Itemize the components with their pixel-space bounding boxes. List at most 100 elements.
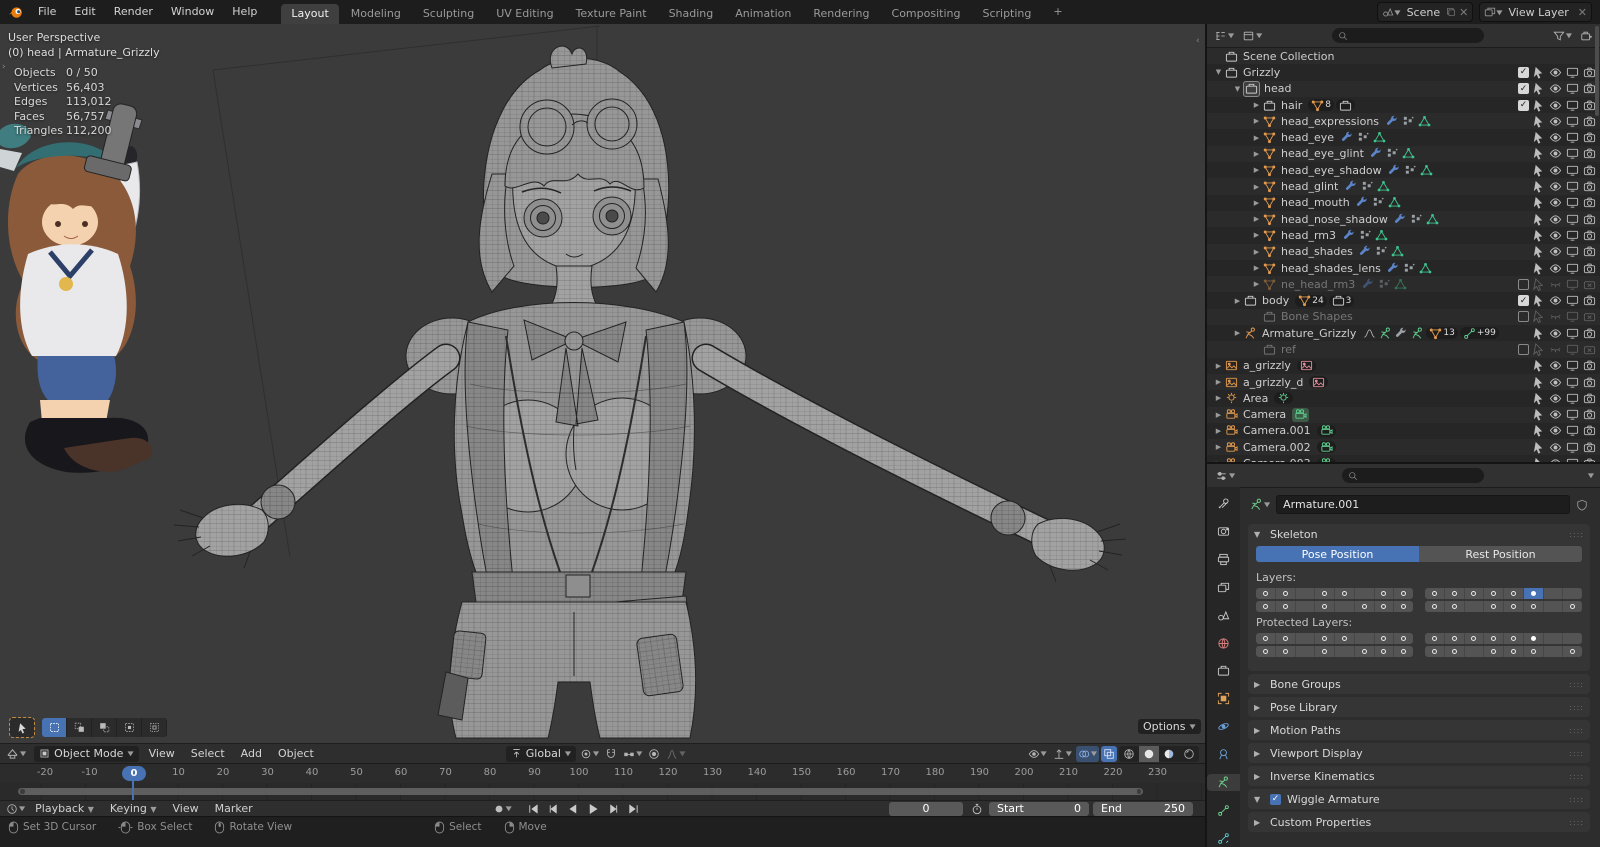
shading-material-button[interactable] xyxy=(1159,746,1179,762)
play-reverse-button[interactable] xyxy=(564,802,582,816)
layer-cell[interactable] xyxy=(1275,588,1296,599)
workspace-tab-uv-editing[interactable]: UV Editing xyxy=(486,4,563,24)
eye-toggle-icon[interactable] xyxy=(1548,213,1563,226)
pointer-toggle-icon[interactable] xyxy=(1531,359,1546,372)
modifier-wrench-icon[interactable] xyxy=(1394,213,1408,226)
pointer-toggle-icon[interactable] xyxy=(1531,441,1546,454)
mesh-data-icon[interactable] xyxy=(1419,262,1433,275)
properties-tab-render[interactable] xyxy=(1207,523,1240,540)
mesh-data-icon[interactable] xyxy=(1376,180,1390,193)
gizmos-button[interactable]: ▼ xyxy=(1051,746,1074,762)
modifier-wrench-icon[interactable] xyxy=(1385,115,1399,128)
eye-toggle-icon[interactable] xyxy=(1548,131,1563,144)
snap-target-button[interactable]: ▼ xyxy=(621,746,644,762)
screen-toggle-icon[interactable] xyxy=(1565,196,1580,209)
photocam-toggle-icon[interactable] xyxy=(1582,245,1597,258)
photocam-toggle-icon[interactable] xyxy=(1582,359,1597,372)
photocam-toggle-icon[interactable] xyxy=(1582,408,1597,421)
mesh-data-icon[interactable] xyxy=(1372,131,1386,144)
pointer-toggle-icon[interactable] xyxy=(1531,327,1546,340)
layer-cell[interactable] xyxy=(1543,601,1564,612)
outliner-row-head[interactable]: ▼ head ✓ xyxy=(1207,80,1600,97)
pose-position-button[interactable]: Pose Position xyxy=(1256,546,1419,562)
new-collection-button[interactable] xyxy=(1578,28,1595,44)
layer-cell[interactable] xyxy=(1335,601,1355,612)
protected-layer-cell[interactable] xyxy=(1543,633,1564,644)
properties-tab-view-layer[interactable] xyxy=(1207,579,1240,596)
disclosure-open-icon[interactable]: ▼ xyxy=(1213,68,1224,76)
timeline-editor-type-button[interactable]: ▼ xyxy=(4,801,27,817)
proportional-editing-icon[interactable] xyxy=(646,746,662,762)
eye-toggle-icon[interactable] xyxy=(1548,180,1563,193)
pointer-toggle-icon[interactable] xyxy=(1531,164,1546,177)
protected-layer-cell[interactable] xyxy=(1444,646,1465,657)
screen-toggle-icon[interactable] xyxy=(1565,180,1580,193)
workspace-tab-modeling[interactable]: Modeling xyxy=(341,4,411,24)
pointer-toggle-icon[interactable] xyxy=(1531,180,1546,193)
layer-cell[interactable] xyxy=(1425,588,1445,599)
outliner-row-head-mouth[interactable]: ▶ head_mouth xyxy=(1207,195,1600,211)
mesh-data-icon[interactable] xyxy=(1391,245,1405,258)
outliner-row-head-glint[interactable]: ▶ head_glint xyxy=(1207,178,1600,195)
eye-toggle-icon[interactable] xyxy=(1548,245,1563,258)
frame-start-field[interactable]: Start 0 xyxy=(989,801,1089,816)
outliner-row-head-eye-shadow[interactable]: ▶ head_eye_shadow xyxy=(1207,162,1600,178)
disclosure-closed-icon[interactable]: ▶ xyxy=(1251,199,1262,207)
vertex-groups-icon[interactable] xyxy=(1375,245,1389,258)
pointer-toggle-icon[interactable] xyxy=(1531,408,1546,421)
menu-file[interactable]: File xyxy=(29,5,65,18)
scene-selector[interactable]: ▼ Scene ✕ xyxy=(1377,2,1474,22)
protected-layer-cell[interactable] xyxy=(1295,633,1316,644)
shading-wireframe-button[interactable] xyxy=(1119,746,1139,762)
properties-tab-collection[interactable] xyxy=(1207,663,1240,680)
constraint-wrench-icon[interactable] xyxy=(1394,327,1408,340)
outliner-row-ne-head-rm3[interactable]: ▶ ne_head_rm3 xyxy=(1207,276,1600,293)
jump-to-start-button[interactable] xyxy=(524,802,542,816)
screen-toggle-icon[interactable] xyxy=(1565,310,1580,323)
visibility-checkbox[interactable]: ✓ xyxy=(1518,83,1529,95)
visibility-checkbox[interactable] xyxy=(1518,311,1529,323)
workspace-tab-scripting[interactable]: Scripting xyxy=(972,4,1041,24)
disclosure-closed-icon[interactable]: ▶ xyxy=(1251,280,1262,288)
mesh-data-icon[interactable] xyxy=(1374,229,1388,242)
vertex-groups-icon[interactable] xyxy=(1360,180,1374,193)
modifier-wrench-icon[interactable] xyxy=(1340,131,1354,144)
pointer-o-toggle-icon[interactable] xyxy=(1531,342,1546,356)
disclosure-closed-icon[interactable]: ▶ xyxy=(1213,443,1224,451)
protected-layer-cell[interactable] xyxy=(1315,646,1335,657)
mode-selector[interactable]: Object Mode ▼ xyxy=(34,745,139,762)
close-icon[interactable]: ✕ xyxy=(1575,6,1587,19)
protected-layer-cell[interactable] xyxy=(1444,633,1465,644)
layer-cell[interactable] xyxy=(1354,588,1375,599)
disclosure-closed-icon[interactable]: ▶ xyxy=(1251,166,1262,174)
protected-layer-cell[interactable] xyxy=(1374,633,1395,644)
layer-cell[interactable] xyxy=(1275,601,1296,612)
protected-layer-cell[interactable] xyxy=(1295,646,1316,657)
screen-toggle-icon[interactable] xyxy=(1565,343,1580,356)
outliner-row-hair[interactable]: ▶ hair 8 ✓ xyxy=(1207,97,1600,113)
disclosure-closed-icon[interactable]: ▶ xyxy=(1251,183,1262,191)
armature-data-selector[interactable]: ▼ xyxy=(1248,497,1272,513)
eye-toggle-icon[interactable] xyxy=(1548,115,1563,128)
mesh-data-icon[interactable] xyxy=(1402,147,1416,160)
pointer-toggle-icon[interactable] xyxy=(1531,229,1546,242)
protected-layer-cell[interactable] xyxy=(1464,633,1485,644)
vertex-groups-icon[interactable] xyxy=(1377,278,1391,291)
layer-cell[interactable] xyxy=(1504,588,1524,599)
properties-search-input[interactable] xyxy=(1341,468,1484,483)
menu-window[interactable]: Window xyxy=(162,5,223,18)
region-toggle-left-icon[interactable]: › xyxy=(2,62,6,72)
protected-layer-cell[interactable] xyxy=(1256,633,1276,644)
vertex-groups-icon[interactable] xyxy=(1404,164,1418,177)
protected-layer-cell[interactable] xyxy=(1354,646,1375,657)
pointer-o-toggle-icon[interactable] xyxy=(1531,277,1546,291)
skeleton-panel-header[interactable]: ▼ Skeleton :::: xyxy=(1248,524,1590,544)
outliner-row-a-grizzly[interactable]: ▶ a_grizzly xyxy=(1207,358,1600,374)
blender-logo-icon[interactable] xyxy=(0,6,29,19)
disclosure-closed-icon[interactable]: ▶ xyxy=(1251,231,1262,239)
panel-header-inverse-kinematics[interactable]: ▶ Inverse Kinematics:::: xyxy=(1248,766,1590,786)
viewport-3d[interactable]: User Perspective (0) head | Armature_Gri… xyxy=(0,24,1205,743)
modifier-wrench-icon[interactable] xyxy=(1359,245,1373,258)
pointer-toggle-icon[interactable] xyxy=(1531,131,1546,144)
photocam-toggle-icon[interactable] xyxy=(1582,376,1597,389)
